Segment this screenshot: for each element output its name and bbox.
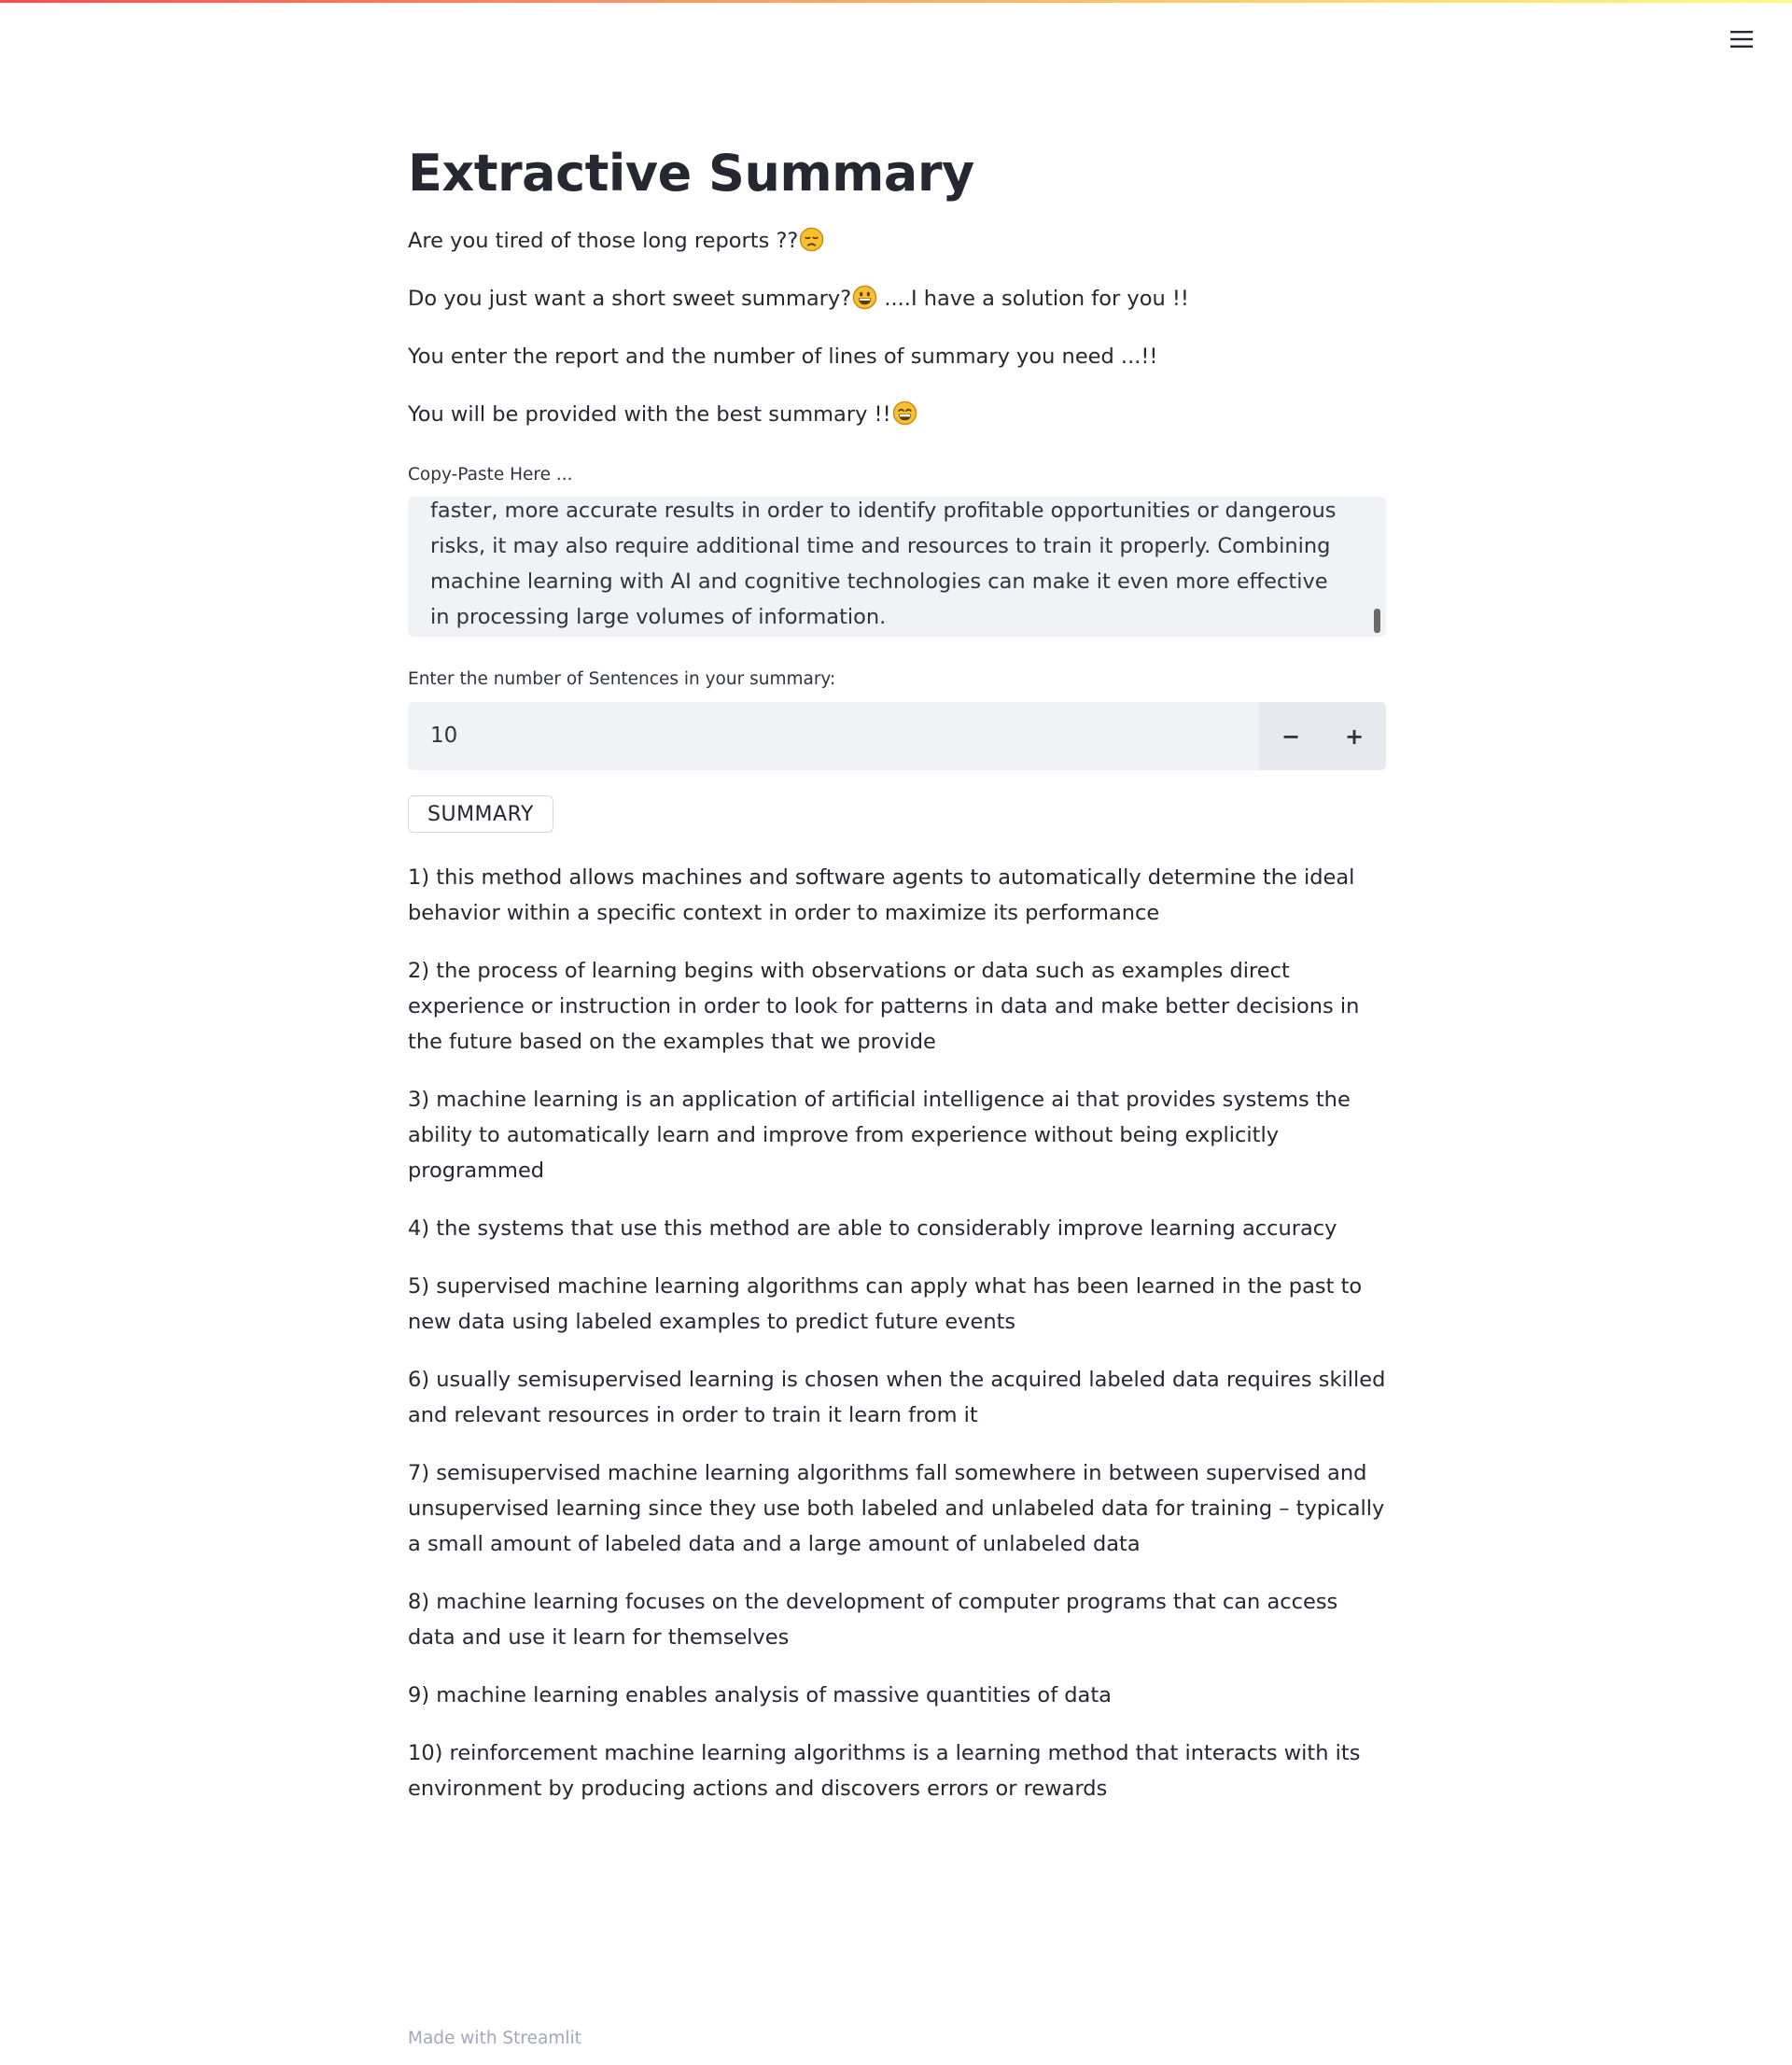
- header-decoration-bar: [0, 0, 1792, 3]
- summary-item: 4) the systems that use this method are …: [408, 1216, 1337, 1241]
- hamburger-menu-icon: [1730, 30, 1753, 49]
- grinning-face-icon: [852, 285, 877, 310]
- summary-item: 7) semisupervised machine learning algor…: [408, 1461, 1385, 1556]
- intro-line-1: Are you tired of those long reports ??: [408, 227, 824, 255]
- intro-suffix: ....I have a solution for you !!: [877, 287, 1189, 311]
- intro-text: Do you just want a short sweet summary?: [408, 287, 852, 311]
- summary-item: 3) machine learning is an application of…: [408, 1088, 1351, 1183]
- summary-list: 1) this method allows machines and softw…: [408, 860, 1386, 1829]
- summary-item: 2) the process of learning begins with o…: [408, 959, 1360, 1054]
- summary-item: 5) supervised machine learning algorithm…: [408, 1274, 1363, 1334]
- text-input-label: Copy-Paste Here ...: [408, 465, 573, 485]
- summary-item: 6) usually semisupervised learning is ch…: [408, 1368, 1386, 1427]
- number-input-label: Enter the number of Sentences in your su…: [408, 669, 836, 689]
- intro-line-4: You will be provided with the best summa…: [408, 400, 917, 428]
- increment-button[interactable]: +: [1323, 702, 1386, 770]
- intro-text: Are you tired of those long reports ??: [408, 229, 799, 253]
- sentence-count-input[interactable]: 10 − +: [408, 702, 1386, 770]
- disappointed-face-icon: [800, 227, 824, 252]
- sentence-count-stepper: − +: [1259, 702, 1386, 770]
- report-textarea[interactable]: faster, more accurate results in order t…: [408, 497, 1386, 637]
- page-title: Extractive Summary: [408, 144, 974, 203]
- sentence-count-value[interactable]: 10: [430, 702, 457, 770]
- beaming-face-icon: [892, 400, 917, 426]
- summary-item: 8) machine learning focuses on the devel…: [408, 1590, 1338, 1650]
- intro-line-3: You enter the report and the number of l…: [408, 343, 1157, 371]
- intro-line-2: Do you just want a short sweet summary? …: [408, 285, 1189, 313]
- intro-text: You enter the report and the number of l…: [408, 344, 1158, 369]
- textarea-scrollbar[interactable]: [1374, 609, 1380, 633]
- textarea-visible-text: faster, more accurate results in order t…: [430, 499, 1337, 629]
- intro-text: You will be provided with the best summa…: [408, 402, 891, 427]
- summary-item: 10) reinforcement machine learning algor…: [408, 1741, 1361, 1801]
- main-menu-button[interactable]: [1725, 22, 1758, 56]
- made-with-streamlit-link[interactable]: Made with Streamlit: [408, 2028, 581, 2050]
- decrement-button[interactable]: −: [1259, 702, 1323, 770]
- summary-button[interactable]: SUMMARY: [408, 795, 553, 833]
- summary-item: 1) this method allows machines and softw…: [408, 865, 1355, 925]
- summary-item: 9) machine learning enables analysis of …: [408, 1683, 1112, 1707]
